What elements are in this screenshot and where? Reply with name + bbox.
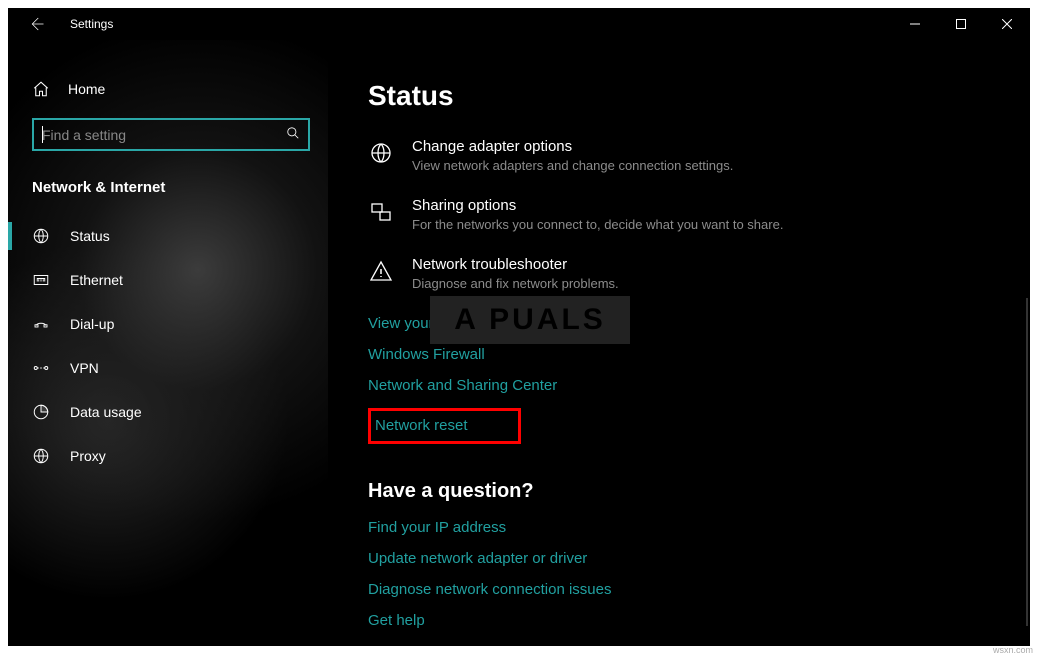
- search-box[interactable]: [32, 118, 310, 151]
- sidebar-item-datausage[interactable]: Data usage: [8, 390, 328, 434]
- sidebar-label: Proxy: [70, 448, 106, 464]
- warning-icon: [368, 258, 394, 284]
- sidebar-item-proxy[interactable]: Proxy: [8, 434, 328, 478]
- sidebar-label: Data usage: [70, 404, 142, 420]
- page-title: Status: [368, 80, 1030, 112]
- search-icon: [286, 126, 300, 143]
- maximize-icon: [956, 19, 966, 29]
- search-input[interactable]: [42, 127, 286, 143]
- sidebar-category: Network & Internet: [8, 173, 328, 214]
- close-button[interactable]: [984, 8, 1030, 40]
- link-update-adapter[interactable]: Update network adapter or driver: [368, 550, 587, 567]
- link-windows-firewall[interactable]: Windows Firewall: [368, 346, 485, 363]
- link-ip-address[interactable]: Find your IP address: [368, 519, 506, 536]
- close-icon: [1002, 19, 1012, 29]
- settings-window: Settings Home: [8, 8, 1030, 646]
- option-title: Network troubleshooter: [412, 256, 619, 273]
- option-title: Change adapter options: [412, 138, 733, 155]
- scrollbar[interactable]: [1026, 298, 1028, 626]
- settings-links: View your network properties Windows Fir…: [368, 315, 1030, 458]
- window-title: Settings: [70, 17, 113, 31]
- link-sharing-center[interactable]: Network and Sharing Center: [368, 377, 557, 394]
- sidebar-item-dialup[interactable]: Dial-up: [8, 302, 328, 346]
- minimize-icon: [910, 19, 920, 29]
- option-sharing[interactable]: Sharing options For the networks you con…: [368, 197, 1030, 232]
- option-change-adapter[interactable]: Change adapter options View network adap…: [368, 138, 1030, 173]
- sharing-icon: [368, 199, 394, 225]
- sidebar-item-status[interactable]: Status: [8, 214, 328, 258]
- globe-icon: [32, 227, 50, 245]
- globe-icon: [32, 447, 50, 465]
- sidebar-item-ethernet[interactable]: Ethernet: [8, 258, 328, 302]
- help-links: Find your IP address Update network adap…: [368, 519, 1030, 643]
- sidebar-label: Dial-up: [70, 316, 114, 332]
- sidebar-home[interactable]: Home: [8, 80, 328, 118]
- minimize-button[interactable]: [892, 8, 938, 40]
- back-button[interactable]: [24, 12, 48, 36]
- option-troubleshooter[interactable]: Network troubleshooter Diagnose and fix …: [368, 256, 1030, 291]
- option-desc: Diagnose and fix network problems.: [412, 276, 619, 291]
- highlight-network-reset: Network reset: [368, 408, 521, 444]
- home-label: Home: [68, 81, 105, 97]
- window-controls: [892, 8, 1030, 40]
- dialup-icon: [32, 315, 50, 333]
- source-caption: wsxn.com: [993, 645, 1033, 655]
- sidebar-label: VPN: [70, 360, 99, 376]
- sidebar-label: Status: [70, 228, 110, 244]
- link-diagnose-conn[interactable]: Diagnose network connection issues: [368, 581, 611, 598]
- content-pane: Status Change adapter options View netwo…: [328, 40, 1030, 646]
- question-heading: Have a question?: [368, 480, 1030, 503]
- vpn-icon: [32, 359, 50, 377]
- option-desc: For the networks you connect to, decide …: [412, 217, 783, 232]
- link-get-help[interactable]: Get help: [368, 612, 425, 629]
- text-caret: [42, 126, 43, 143]
- ethernet-icon: [32, 271, 50, 289]
- home-icon: [32, 80, 50, 98]
- maximize-button[interactable]: [938, 8, 984, 40]
- sidebar: Home Network & Internet Status: [8, 40, 328, 646]
- arrow-left-icon: [27, 15, 45, 33]
- globe-icon: [368, 140, 394, 166]
- sidebar-item-vpn[interactable]: VPN: [8, 346, 328, 390]
- option-desc: View network adapters and change connect…: [412, 158, 733, 173]
- titlebar: Settings: [8, 8, 1030, 40]
- data-usage-icon: [32, 403, 50, 421]
- link-network-reset[interactable]: Network reset: [375, 417, 468, 434]
- option-title: Sharing options: [412, 197, 783, 214]
- sidebar-label: Ethernet: [70, 272, 123, 288]
- link-network-properties[interactable]: View your network properties: [368, 315, 561, 332]
